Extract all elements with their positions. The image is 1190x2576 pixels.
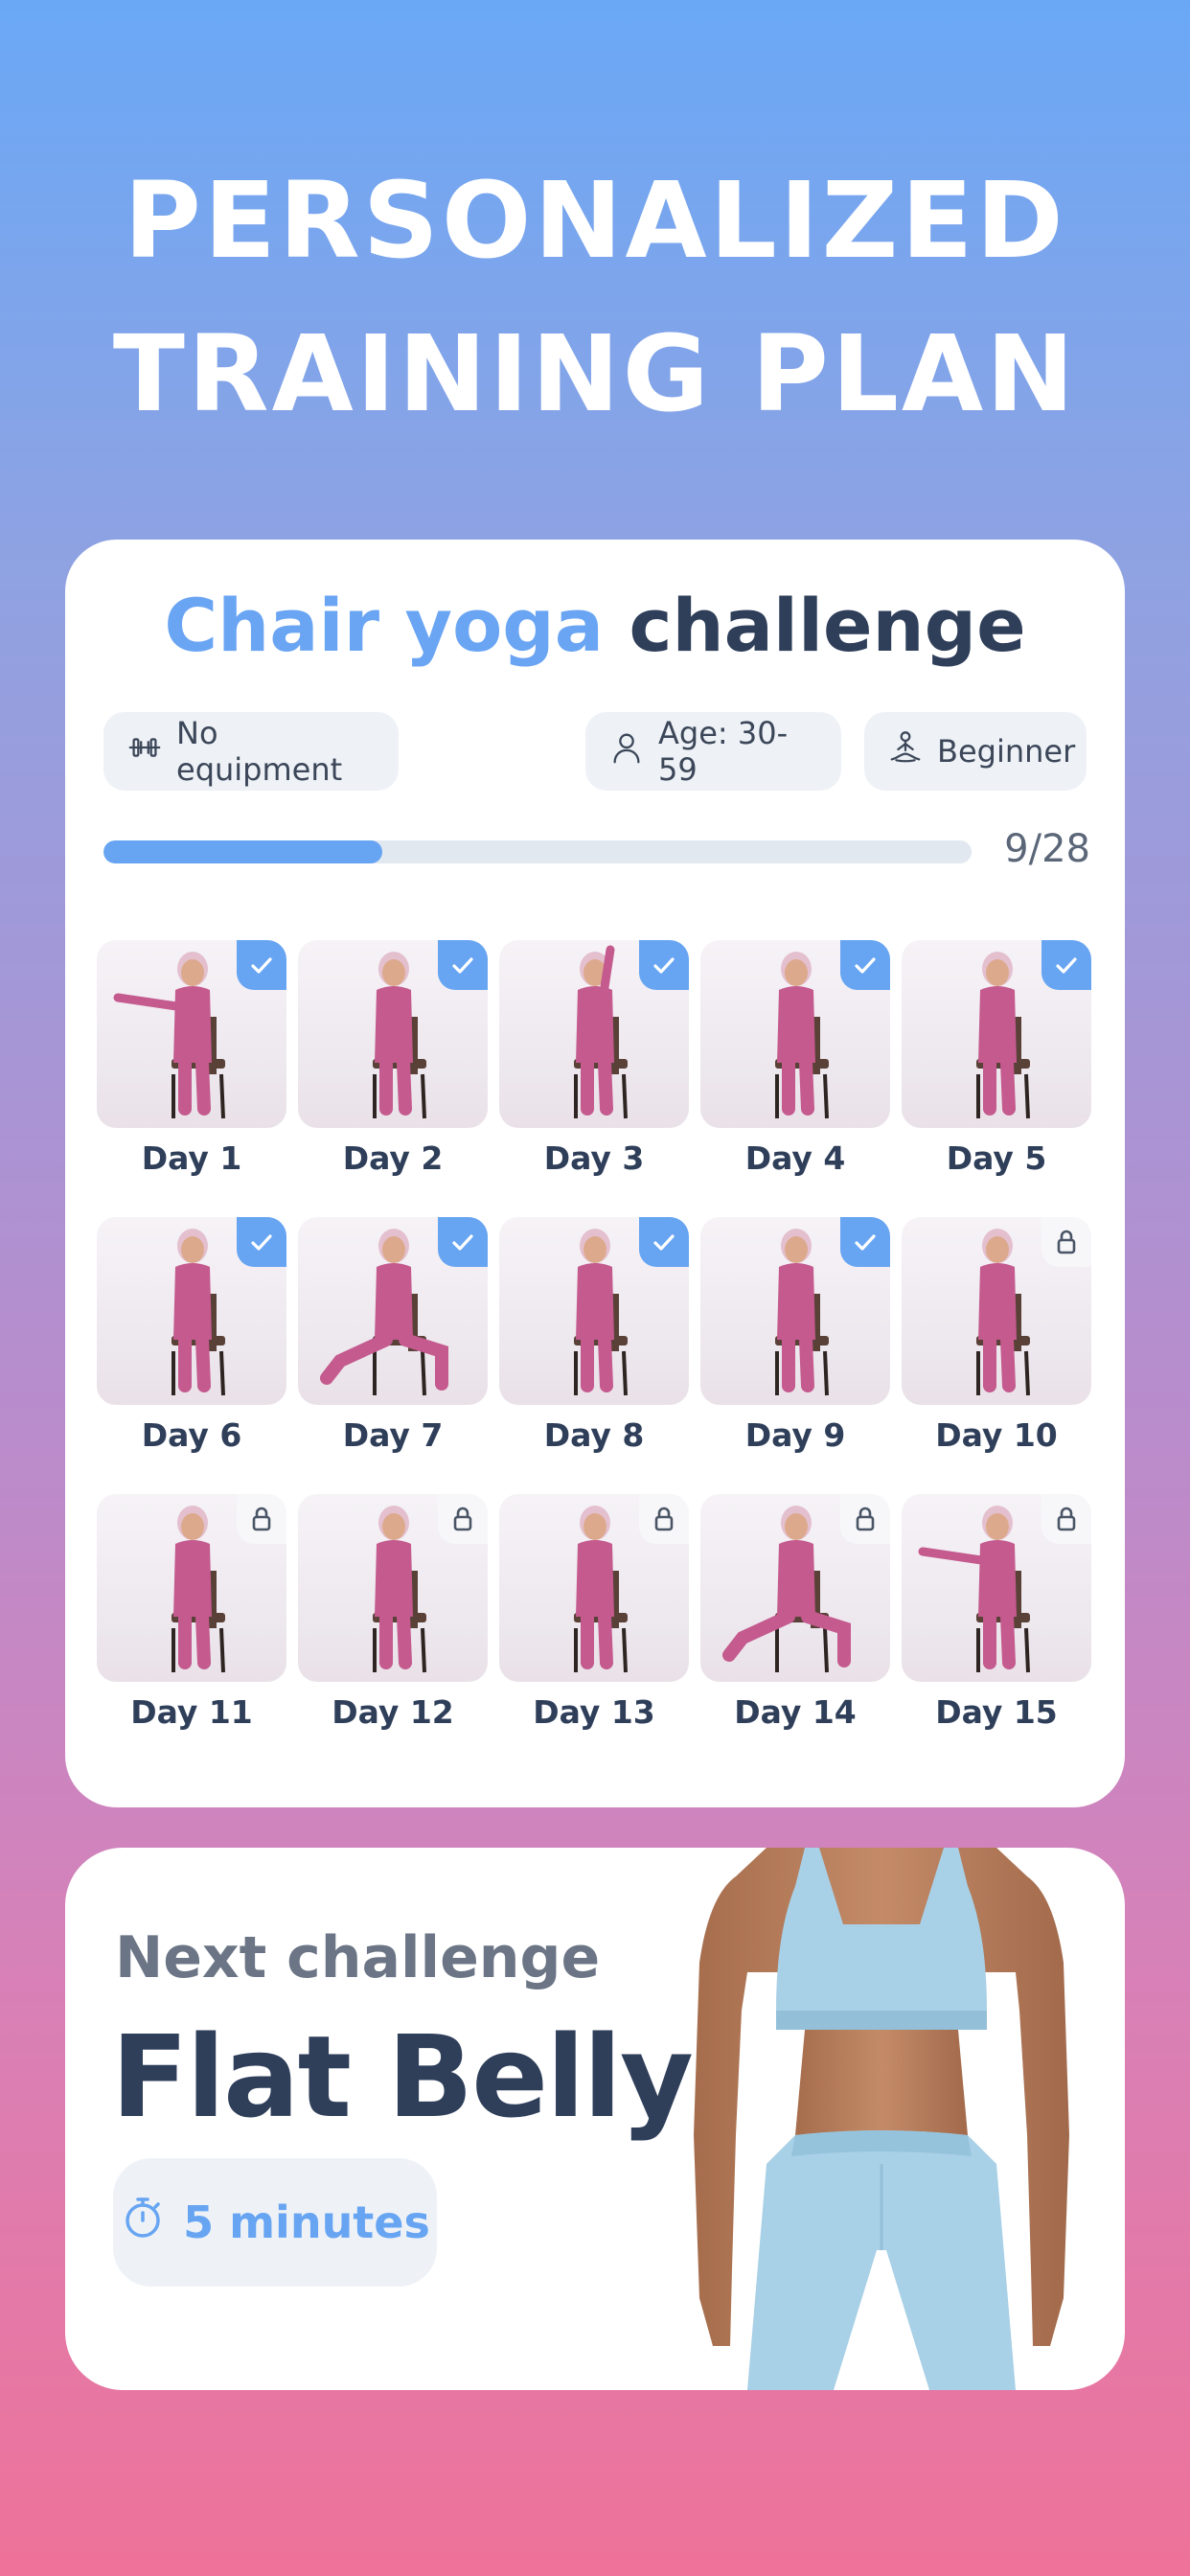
- day-grid: Day 1 Day 2 Day 3 Day 4 Day 5 Day 6 Day 7 Day 8…: [97, 940, 1093, 1731]
- checkmark-icon: [1041, 940, 1091, 990]
- day-thumbnail[interactable]: [700, 940, 890, 1128]
- day-tile[interactable]: Day 10: [902, 1217, 1091, 1454]
- lock-icon: [1041, 1217, 1091, 1267]
- tag-age: Age: 30-59: [585, 712, 841, 791]
- day-label: Day 14: [734, 1693, 857, 1731]
- day-label: Day 10: [935, 1416, 1058, 1454]
- day-tile[interactable]: Day 11: [97, 1494, 286, 1731]
- checkmark-icon: [438, 1217, 488, 1267]
- day-label: Day 1: [141, 1139, 242, 1177]
- progress-bar: [103, 840, 972, 863]
- day-thumbnail[interactable]: [298, 940, 488, 1128]
- hero-title: PERSONALIZED TRAINING PLAN: [0, 144, 1190, 450]
- meditation-icon: [887, 729, 924, 773]
- day-label: Day 6: [141, 1416, 242, 1454]
- day-label: Day 11: [130, 1693, 253, 1731]
- day-thumbnail[interactable]: [97, 940, 286, 1128]
- challenge-card[interactable]: Chair yoga challenge No equipment Age: 3…: [65, 540, 1125, 1807]
- hero-title-line2: TRAINING PLAN: [112, 312, 1078, 435]
- day-label: Day 13: [533, 1693, 655, 1731]
- tag-level: Beginner: [864, 712, 1087, 791]
- day-tile[interactable]: Day 14: [700, 1494, 890, 1731]
- challenge-title: Chair yoga challenge: [65, 578, 1125, 674]
- day-label: Day 4: [744, 1139, 846, 1177]
- progress-count: 9/28: [1004, 827, 1090, 871]
- day-label: Day 9: [744, 1416, 846, 1454]
- challenge-title-highlight: Chair yoga: [164, 583, 604, 668]
- lock-icon: [438, 1494, 488, 1544]
- day-label: Day 7: [342, 1416, 444, 1454]
- day-label: Day 3: [543, 1139, 645, 1177]
- day-label: Day 8: [543, 1416, 645, 1454]
- day-tile[interactable]: Day 9: [700, 1217, 890, 1454]
- day-tile[interactable]: Day 13: [499, 1494, 689, 1731]
- model-image: [652, 1848, 1111, 2390]
- tag-age-label: Age: 30-59: [658, 715, 789, 788]
- tag-equipment: No equipment: [103, 712, 399, 791]
- tag-level-label: Beginner: [937, 733, 1076, 770]
- lock-icon: [840, 1494, 890, 1544]
- lock-icon: [1041, 1494, 1091, 1544]
- day-thumbnail[interactable]: [902, 1217, 1091, 1405]
- day-thumbnail[interactable]: [97, 1494, 286, 1682]
- day-thumbnail[interactable]: [902, 940, 1091, 1128]
- dumbbell-icon: [126, 729, 163, 773]
- day-thumbnail[interactable]: [902, 1494, 1091, 1682]
- day-tile[interactable]: Day 1: [97, 940, 286, 1177]
- day-label: Day 2: [342, 1139, 444, 1177]
- checkmark-icon: [639, 940, 689, 990]
- day-tile[interactable]: Day 4: [700, 940, 890, 1177]
- challenge-title-rest: challenge: [629, 583, 1026, 668]
- day-thumbnail[interactable]: [298, 1217, 488, 1405]
- day-tile[interactable]: Day 12: [298, 1494, 488, 1731]
- stopwatch-icon: [120, 2195, 166, 2251]
- checkmark-icon: [840, 1217, 890, 1267]
- day-thumbnail[interactable]: [700, 1217, 890, 1405]
- next-challenge-label: Next challenge: [115, 1924, 601, 1991]
- lock-icon: [237, 1494, 286, 1544]
- day-tile[interactable]: Day 7: [298, 1217, 488, 1454]
- day-label: Day 12: [332, 1693, 454, 1731]
- day-label: Day 5: [946, 1139, 1047, 1177]
- day-thumbnail[interactable]: [499, 940, 689, 1128]
- next-challenge-name: Flat Belly: [111, 2011, 694, 2143]
- progress-fill: [103, 840, 383, 863]
- day-tile[interactable]: Day 15: [902, 1494, 1091, 1731]
- day-tile[interactable]: Day 5: [902, 940, 1091, 1177]
- day-label: Day 15: [935, 1693, 1058, 1731]
- day-tile[interactable]: Day 3: [499, 940, 689, 1177]
- day-tile[interactable]: Day 2: [298, 940, 488, 1177]
- tag-equipment-label: No equipment: [176, 715, 343, 788]
- day-thumbnail[interactable]: [97, 1217, 286, 1405]
- day-tile[interactable]: Day 8: [499, 1217, 689, 1454]
- checkmark-icon: [237, 940, 286, 990]
- day-thumbnail[interactable]: [700, 1494, 890, 1682]
- lock-icon: [639, 1494, 689, 1544]
- checkmark-icon: [237, 1217, 286, 1267]
- person-icon: [608, 729, 645, 773]
- hero-title-line1: PERSONALIZED: [124, 159, 1066, 282]
- day-thumbnail[interactable]: [298, 1494, 488, 1682]
- checkmark-icon: [639, 1217, 689, 1267]
- day-tile[interactable]: Day 6: [97, 1217, 286, 1454]
- day-thumbnail[interactable]: [499, 1217, 689, 1405]
- duration-badge: 5 minutes: [113, 2158, 437, 2287]
- checkmark-icon: [438, 940, 488, 990]
- checkmark-icon: [840, 940, 890, 990]
- day-thumbnail[interactable]: [499, 1494, 689, 1682]
- duration-label: 5 minutes: [183, 2196, 430, 2248]
